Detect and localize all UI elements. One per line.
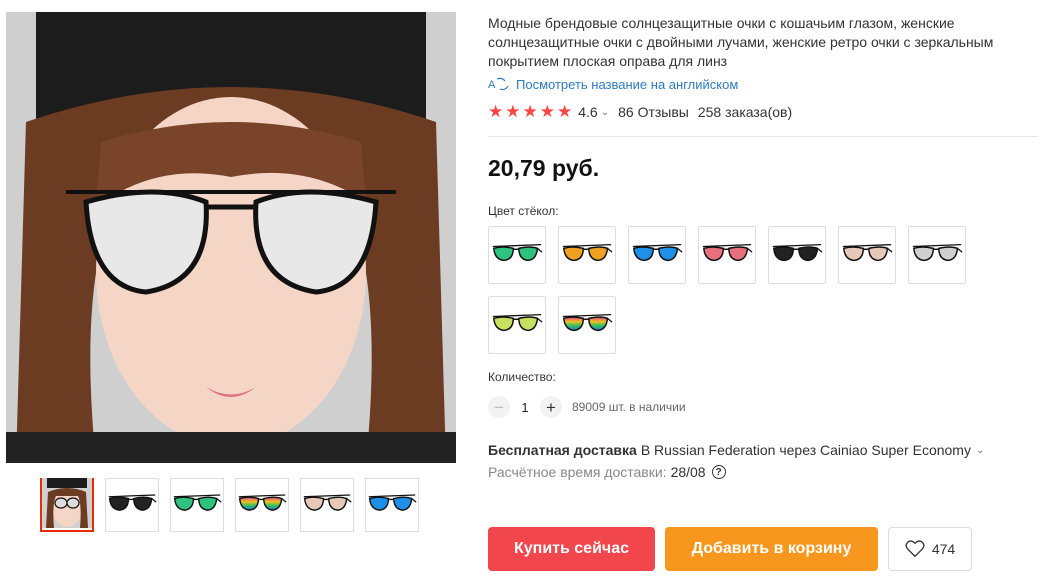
eta-label: Расчётное время доставки: [488,464,667,480]
star-rating: ★ ★ ★ ★ ★ [488,102,572,122]
star-icon: ★ [522,102,538,121]
action-buttons: Купить сейчас Добавить в корзину 474 [488,527,972,571]
thumb-model-icon [42,477,92,533]
thumb-beige-icon [302,489,352,522]
lens-color-swatch[interactable] [908,226,966,284]
main-product-image[interactable] [6,12,456,463]
add-to-cart-button[interactable]: Добавить в корзину [665,527,878,571]
product-info: Модные брендовые солнцезащитные очки с к… [488,14,1038,480]
lens-color-swatch[interactable] [768,226,826,284]
star-icon: ★ [557,102,573,121]
lens-color-swatch[interactable] [628,226,686,284]
thumb-black-icon [107,489,157,522]
shipping-details: В Russian Federation через Cainiao Super… [640,442,971,458]
gallery-thumbnail[interactable] [170,478,224,532]
quantity-label: Количество: [488,370,556,384]
chevron-down-icon[interactable]: ⌄ [601,107,609,118]
quantity-stepper: − 1 + 89009 шт. в наличии [488,396,1038,418]
wishlist-count: 474 [931,541,956,557]
price: 20,79 руб. [488,155,600,181]
stock-availability: 89009 шт. в наличии [572,400,686,414]
thumb-green-icon [172,489,222,522]
free-shipping-label: Бесплатная доставка [488,442,637,458]
rating-value[interactable]: 4.6 [578,104,597,120]
sunglasses-blue-icon [631,239,683,272]
sunglasses-orange-icon [561,239,613,272]
lens-color-swatch[interactable] [838,226,896,284]
star-icon: ★ [539,102,555,121]
gallery-thumbnail[interactable] [105,478,159,532]
buy-now-button[interactable]: Купить сейчас [488,527,655,571]
lens-color-swatches [488,226,988,354]
decrease-quantity-button[interactable]: − [488,396,510,418]
lens-color-swatch[interactable] [488,296,546,354]
lens-color-swatch[interactable] [558,226,616,284]
divider [488,136,1038,137]
wishlist-button[interactable]: 474 [888,527,972,571]
svg-text:A: A [488,79,496,91]
sunglasses-beige-icon [841,239,893,272]
sunglasses-green-icon [491,239,543,272]
lens-color-label: Цвет стёкол: [488,204,559,218]
star-icon: ★ [505,102,521,121]
sunglasses-pink-icon [701,239,753,272]
rating-row: ★ ★ ★ ★ ★ 4.6 ⌄ 86 Отзывы 258 заказа(ов) [488,102,1038,122]
reviews-link[interactable]: 86 Отзывы [618,104,689,120]
heart-icon [905,540,925,558]
eta-date: 28/08 [670,464,706,480]
star-icon: ★ [488,102,504,121]
thumb-blue-icon [367,489,417,522]
help-icon[interactable]: ? [711,465,726,479]
delivery-estimate: Расчётное время доставки: 28/08 ? [488,464,1038,480]
sunglasses-yellow-green-icon [491,309,543,342]
lens-color-swatch[interactable] [698,226,756,284]
translate-icon: A [488,77,509,91]
thumbnail-strip [40,477,419,533]
gallery-thumbnail[interactable] [40,477,94,533]
sunglasses-black-icon [771,239,823,272]
product-title: Модные брендовые солнцезащитные очки с к… [488,15,994,69]
lens-color-swatch[interactable] [488,226,546,284]
translate-link-label: Посмотреть название на английском [516,76,739,92]
gallery-thumbnail[interactable] [365,478,419,532]
sunglasses-silver-icon [911,239,963,272]
sunglasses-rainbow-icon [561,309,613,342]
translate-link[interactable]: A Посмотреть название на английском [488,76,1038,92]
orders-count: 258 заказа(ов) [697,104,793,120]
gallery-thumbnail[interactable] [300,478,354,532]
quantity-value[interactable]: 1 [510,400,540,415]
model-photo-illustration [6,12,456,463]
lens-color-swatch[interactable] [558,296,616,354]
increase-quantity-button[interactable]: + [540,396,562,418]
product-page: Модные брендовые солнцезащитные очки с к… [0,0,1044,580]
gallery-thumbnail[interactable] [235,478,289,532]
shipping-info[interactable]: Бесплатная доставка В Russian Federation… [488,442,1038,458]
chevron-down-icon[interactable]: ⌄ [976,445,984,456]
thumb-rainbow-icon [237,489,287,522]
